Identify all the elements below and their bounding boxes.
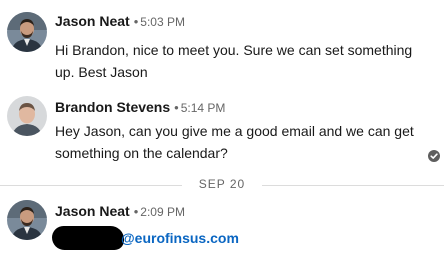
sender-name[interactable]: Brandon Stevens [55, 99, 170, 115]
avatar-brandon-stevens[interactable] [7, 96, 47, 136]
divider-line-right [262, 185, 444, 186]
message-header: Jason Neat • 5:03 PM [55, 12, 185, 31]
timestamp: 2:09 PM [140, 205, 185, 219]
sender-name[interactable]: Jason Neat [55, 203, 130, 219]
message-jason-1: Jason Neat • 5:03 PM Hi Brandon, nice to m… [0, 0, 444, 90]
date-divider: SEP 20 [0, 175, 444, 195]
check-circle-icon [428, 150, 440, 162]
email-link[interactable]: @eurofinsus.com [121, 228, 239, 248]
timestamp: 5:14 PM [180, 101, 226, 115]
sender-name[interactable]: Jason Neat [55, 13, 130, 29]
redaction-mark [52, 226, 124, 250]
separator-dot: • [174, 100, 179, 115]
message-header: Brandon Stevens • 5:14 PM [55, 98, 225, 117]
date-label: SEP 20 [198, 177, 246, 191]
message-text: Hi Brandon, nice to meet you. Sure we ca… [55, 42, 413, 80]
separator-dot: • [133, 204, 139, 219]
message-text: Hey Jason, can you give me a good email … [55, 123, 414, 161]
avatar-jason-neat[interactable] [7, 12, 47, 52]
avatar-jason-neat[interactable] [7, 200, 47, 240]
message-header: Jason Neat • 2:09 PM [55, 202, 185, 221]
message-brandon-1: Brandon Stevens • 5:14 PM Hey Jason, can y… [0, 90, 444, 170]
divider-line-left [0, 185, 182, 186]
separator-dot: • [133, 14, 139, 29]
timestamp: 5:03 PM [140, 15, 185, 29]
